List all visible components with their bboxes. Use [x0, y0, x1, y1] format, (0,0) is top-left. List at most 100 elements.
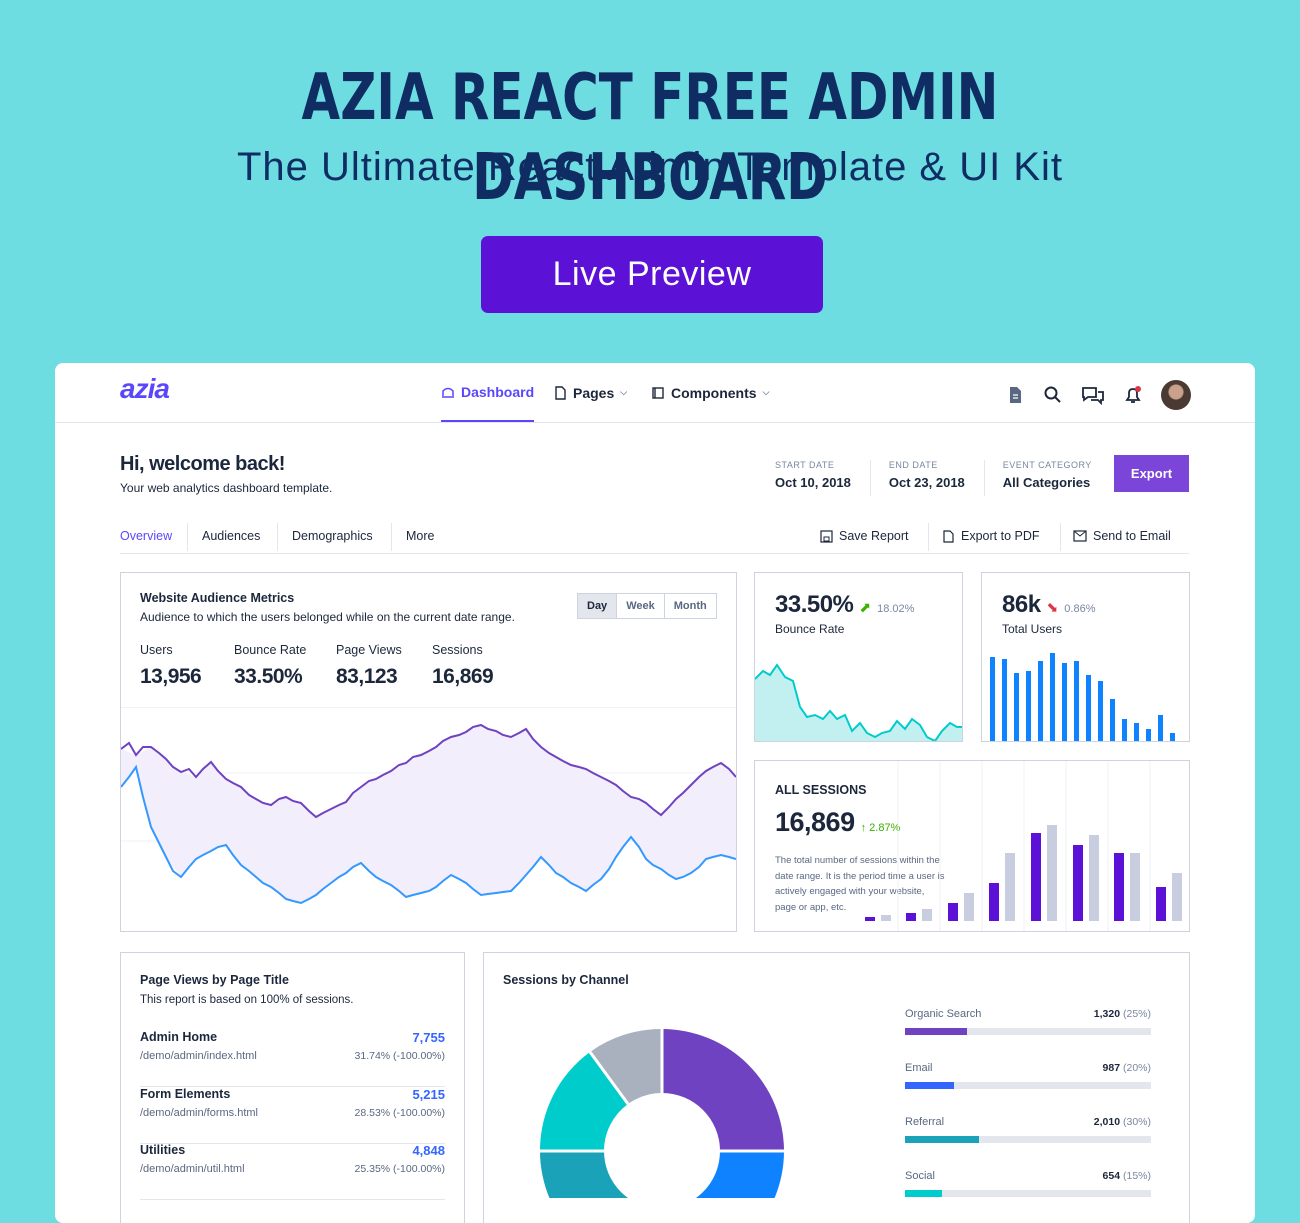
live-preview-button[interactable]: Live Preview — [481, 236, 823, 313]
filter-value: All Categories — [1002, 475, 1091, 490]
metric-label: Page Views — [336, 643, 402, 657]
page-title: Utilities — [140, 1143, 186, 1157]
channel-progress-bar — [905, 1136, 1151, 1143]
range-day-button[interactable]: Day — [578, 594, 618, 618]
metric-page-views: Page Views 83,123 — [336, 643, 402, 689]
channel-referral: Referral 2,010 (30%) — [905, 1116, 1151, 1143]
channel-donut-chart — [539, 1028, 784, 1198]
nav-pages[interactable]: Pages ⌵ — [553, 363, 627, 422]
tab-overview[interactable]: Overview — [120, 529, 172, 543]
sessions-bar-chart — [865, 761, 1182, 931]
page-value: 7,755 — [412, 1030, 445, 1045]
metric-sessions: Sessions 16,869 — [432, 643, 494, 689]
page-percent: 28.53% (-100.00%) — [354, 1107, 445, 1119]
filter-label: END DATE — [888, 460, 938, 470]
filter-value: Oct 10, 2018 — [775, 475, 851, 490]
export-pdf-button[interactable]: Export to PDF — [942, 529, 1040, 543]
file-icon — [555, 385, 566, 400]
filter-label: START DATE — [775, 460, 835, 470]
avatar[interactable] — [1161, 380, 1191, 410]
tab-more[interactable]: More — [406, 529, 434, 543]
metric-value: 33.50% — [234, 665, 303, 688]
card-subtitle: Audience to which the users belonged whi… — [140, 610, 515, 624]
filter-value: Oct 23, 2018 — [888, 475, 965, 490]
trend-down-icon: ⬊ — [1046, 599, 1059, 615]
metric-label: Users — [140, 643, 173, 657]
channel-value: 654 — [1102, 1170, 1121, 1182]
welcome-subtitle: Your web analytics dashboard template. — [120, 481, 333, 495]
save-icon — [820, 529, 833, 543]
total-users-label: Total Users — [1002, 622, 1063, 636]
tab-audiences[interactable]: Audiences — [202, 529, 260, 543]
channel-percent: (25%) — [1122, 1008, 1151, 1020]
all-sessions-card: ALL SESSIONS 16,869 ↑ 2.87% The total nu… — [754, 760, 1190, 932]
metric-bounce-rate: Bounce Rate 33.50% — [234, 643, 306, 689]
audience-metrics-card: Website Audience Metrics Audience to whi… — [120, 572, 737, 932]
start-date-filter[interactable]: START DATE Oct 10, 2018 — [775, 460, 871, 496]
welcome-title: Hi, welcome back! — [120, 453, 285, 475]
bounce-rate-card: 33.50% ⬈ 18.02% Bounce Rate — [754, 572, 963, 742]
dashboard-preview: azia Dashboard Pages ⌵ Components ⌵ Hi, … — [55, 363, 1255, 1223]
event-category-filter[interactable]: EVENT CATEGORY All Categories — [1003, 460, 1111, 496]
send-email-button[interactable]: Send to Email — [1073, 529, 1171, 543]
chevron-down-icon: ⌵ — [762, 387, 770, 397]
channel-percent: (15%) — [1122, 1170, 1151, 1182]
logo[interactable]: azia — [120, 373, 170, 405]
sessions-by-channel-card: Sessions by Channel Organic Search 1,320… — [483, 952, 1190, 1223]
channel-organic-search: Organic Search 1,320 (25%) — [905, 1008, 1151, 1035]
range-month-button[interactable]: Month — [665, 594, 716, 618]
dashboard-icon — [442, 387, 454, 398]
list-item[interactable]: Admin Home /demo/admin/index.html 7,755 … — [140, 1030, 445, 1087]
chevron-down-icon: ⌵ — [620, 387, 628, 397]
nav-dashboard-label: Dashboard — [461, 383, 535, 400]
bounce-sparkline — [755, 663, 962, 741]
metric-value: 16,869 — [432, 665, 494, 688]
nav-components[interactable]: Components ⌵ — [651, 363, 769, 422]
document-icon[interactable] — [1005, 385, 1025, 405]
total-users-change: 0.86% — [1064, 603, 1096, 615]
nav-components-label: Components — [671, 384, 757, 401]
bounce-rate-value: 33.50% — [775, 591, 854, 618]
save-report-button[interactable]: Save Report — [820, 529, 908, 543]
tab-demographics[interactable]: Demographics — [292, 529, 373, 543]
nav-dashboard[interactable]: Dashboard — [441, 363, 535, 422]
bounce-rate-label: Bounce Rate — [775, 622, 845, 636]
channel-social: Social 654 (15%) — [905, 1170, 1151, 1197]
bounce-rate-change: 18.02% — [877, 603, 915, 615]
card-title: Sessions by Channel — [503, 973, 629, 987]
hero-title: AZIA REACT FREE ADMIN DASHBOARD — [301, 61, 999, 215]
list-item[interactable]: Utilities /demo/admin/util.html 4,848 25… — [140, 1143, 445, 1200]
metric-users: Users 13,956 — [140, 643, 202, 689]
card-title: Website Audience Metrics — [140, 591, 295, 605]
mail-icon — [1073, 530, 1087, 542]
page-title: Form Elements — [140, 1087, 231, 1101]
search-icon[interactable] — [1043, 385, 1063, 405]
chat-icon[interactable] — [1081, 385, 1105, 406]
nav-pages-label: Pages — [573, 384, 615, 401]
export-button[interactable]: Export — [1114, 455, 1189, 492]
tab-bar: Overview Audiences Demographics More Sav… — [120, 523, 1189, 554]
list-item[interactable]: Form Elements /demo/admin/forms.html 5,2… — [140, 1087, 445, 1144]
send-email-label: Send to Email — [1093, 529, 1171, 543]
users-bar-chart — [990, 653, 1175, 741]
page-path: /demo/admin/index.html — [140, 1050, 257, 1062]
range-selector: Day Week Month — [577, 593, 717, 619]
channel-value: 987 — [1102, 1062, 1121, 1074]
card-title: Page Views by Page Title — [140, 973, 289, 987]
end-date-filter[interactable]: END DATE Oct 23, 2018 — [889, 460, 985, 496]
channel-progress-bar — [905, 1082, 1151, 1089]
channel-percent: (30%) — [1122, 1116, 1151, 1128]
page-path: /demo/admin/forms.html — [140, 1107, 258, 1119]
audience-area-chart — [121, 707, 736, 905]
channel-percent: (20%) — [1122, 1062, 1151, 1074]
date-filters: START DATE Oct 10, 2018 END DATE Oct 23,… — [775, 460, 1129, 496]
box-icon — [652, 386, 664, 399]
bell-icon[interactable] — [1123, 385, 1143, 405]
metric-label: Bounce Rate — [234, 643, 307, 657]
channel-value: 2,010 — [1093, 1116, 1121, 1128]
page-value: 5,215 — [412, 1087, 445, 1102]
range-week-button[interactable]: Week — [617, 594, 665, 618]
all-sessions-title: ALL SESSIONS — [775, 783, 867, 797]
hero-subtitle: The Ultimate React Admin Template & UI K… — [236, 145, 1064, 189]
trend-up-icon: ⬈ — [859, 599, 872, 615]
